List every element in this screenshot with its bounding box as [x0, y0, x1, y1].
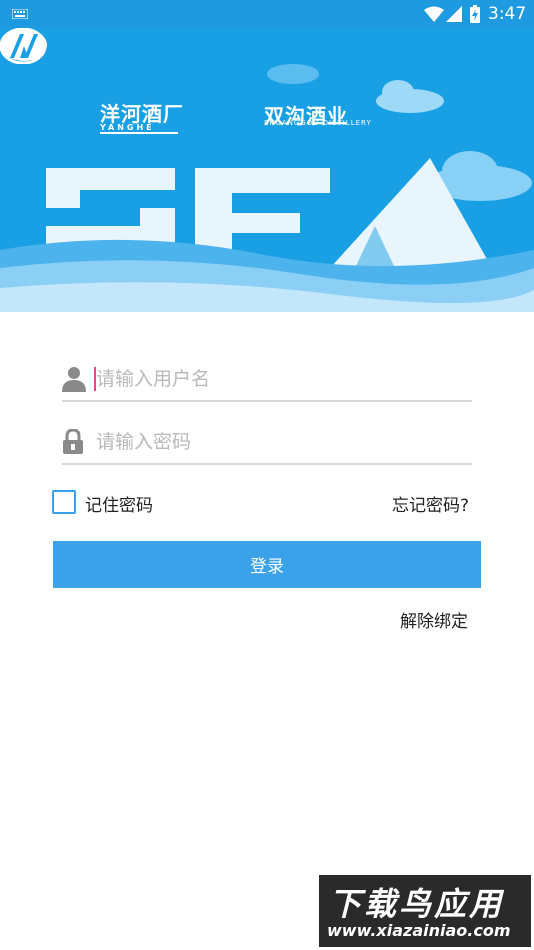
username-field[interactable]	[62, 358, 472, 402]
brand-yanghe-en: YANGHE	[100, 123, 155, 132]
banner-illustration	[0, 64, 534, 312]
battery-charging-icon	[470, 5, 480, 23]
unbind-device-link[interactable]: 解除绑定	[400, 607, 468, 632]
wifi-icon	[424, 6, 444, 22]
password-field[interactable]	[62, 421, 472, 465]
lock-icon	[63, 429, 83, 454]
signal-icon	[446, 6, 462, 22]
divider	[100, 132, 178, 134]
watermark-url: www.xiazainiao.com	[327, 921, 511, 940]
forgot-password-link[interactable]: 忘记密码?	[392, 491, 469, 516]
header-banner: 洋河酒厂 YANGHE 双沟酒业 SHUANGGOU DISTILLERY	[0, 28, 534, 312]
username-input[interactable]	[94, 362, 468, 396]
status-time: 3:47	[488, 4, 527, 24]
user-icon	[62, 367, 86, 392]
sfa-letter-s	[46, 168, 175, 248]
shuanggou-logo-icon	[1, 29, 47, 61]
remember-checkbox[interactable]	[52, 490, 76, 514]
login-button[interactable]: 登录	[53, 541, 481, 588]
status-bar: 3:47	[0, 0, 534, 28]
remember-label: 记住密码	[85, 496, 153, 516]
brand-shuanggou-en: SHUANGGOU DISTILLERY	[264, 119, 372, 127]
keyboard-icon	[12, 9, 28, 19]
watermark-title: 下载鸟应用	[329, 885, 505, 923]
watermark: 下载鸟应用 www.xiazainiao.com	[319, 875, 531, 947]
password-input[interactable]	[94, 425, 468, 459]
